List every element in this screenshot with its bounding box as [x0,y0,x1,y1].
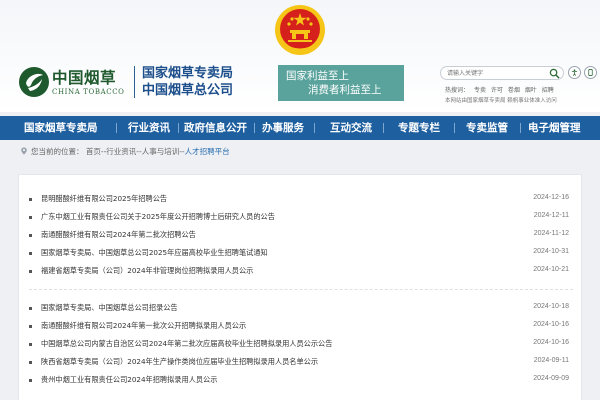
logo-divider [134,66,135,98]
list-item-date: 2024-10-16 [533,321,569,328]
list-item-date: 2024-12-11 [533,212,569,219]
location-pin-icon [21,147,27,155]
hot-word[interactable]: 专卖 [474,87,486,94]
china-tobacco-leaf-icon [19,67,49,97]
agency-name-line1: 国家烟草专卖局 [142,66,234,81]
list-item[interactable]: 昆明醋酸纤维有限公司2025年招聘公告 2024-12-16 [19,193,583,207]
nav-separator [383,123,384,133]
bullet-icon [29,307,32,310]
bullet-icon [29,252,32,255]
mobile-button[interactable] [584,66,597,79]
china-tobacco-logo[interactable]: 中国烟草 CHINA TOBACCO [18,66,130,100]
bullet-icon [29,270,32,273]
bullet-icon [29,343,32,346]
bullet-icon [29,325,32,328]
search-input[interactable] [447,68,543,79]
list-item[interactable]: 福建省烟草专卖局（公司）2024年非管理岗位招聘拟录用人员公示 2024-10-… [19,265,583,279]
slogan-banner: 国家利益至上 消费者利益至上 [278,65,404,101]
bullet-icon [29,379,32,382]
list-group-divider [29,289,573,290]
nav-item-interaction[interactable]: 互动交流 [330,116,372,140]
breadcrumb-label: 您当前的位置： [31,147,84,156]
list-item-title[interactable]: 国家烟草专卖局、中国烟草总公司招录公告 [41,303,178,313]
nav-separator [116,123,117,133]
list-item[interactable]: 贵州中烟工业有限责任公司2024年招聘拟录用人员公示 2024-09-09 [19,374,583,388]
list-item-date: 2024-10-21 [533,266,569,273]
hot-word[interactable]: 招聘 [542,87,554,94]
nav-item-monopoly-supervision[interactable]: 专卖监管 [466,116,508,140]
nav-item-gov-info[interactable]: 政府信息公开 [184,116,247,140]
main-nav: 国家烟草专卖局 行业资讯 政府信息公开 办事服务 互动交流 专题专栏 专卖监管 … [0,116,600,140]
list-item-title[interactable]: 广东中烟工业有限责任公司关于2025年度公开招聘博士后研究人员的公告 [41,212,275,222]
nav-separator [520,123,521,133]
list-item[interactable]: 国家烟草专卖局、中国烟草总公司2025年应届高校毕业生招聘笔试通知 2024-1… [19,247,583,261]
national-emblem-icon [275,5,325,55]
hot-word[interactable]: 卷烟 [508,87,520,94]
bullet-icon [29,234,32,237]
list-item-title[interactable]: 昆明醋酸纤维有限公司2025年招聘公告 [41,194,167,204]
list-item-date: 2024-12-16 [533,194,569,201]
site-notice: 本网站由国家烟草专卖局 赖帆事业体准入访问 [445,98,557,104]
list-item-title[interactable]: 中国烟草总公司内蒙古自治区公司2024年第二批次应届高校毕业生招聘拟录用人员公示… [41,339,332,349]
nav-item-special-topics[interactable]: 专题专栏 [398,116,440,140]
mobile-icon [588,69,593,76]
accessibility-icon [571,69,578,76]
agency-name-line2: 中国烟草总公司 [142,83,234,98]
nav-item-home[interactable]: 国家烟草专卖局 [24,116,98,140]
list-item-title[interactable]: 南通醋酸纤维有限公司2024年第二批次招聘公告 [41,230,196,240]
logo-english-text: CHINA TOBACCO [52,88,125,96]
accessibility-button[interactable] [568,66,581,79]
list-item-title[interactable]: 国家烟草专卖局、中国烟草总公司2025年应届高校毕业生招聘笔试通知 [41,248,268,258]
list-item-date: 2024-09-09 [533,375,569,382]
list-item-title[interactable]: 陕西省烟草专卖局（公司）2024年生产操作类岗位应届毕业生招聘拟录用人员名单公示 [41,357,318,367]
search-icon[interactable] [549,68,560,79]
list-item-title[interactable]: 贵州中烟工业有限责任公司2024年招聘拟录用人员公示 [41,375,217,385]
list-item-date: 2024-09-11 [533,357,569,364]
slogan-line1: 国家利益至上 [286,70,349,82]
bullet-icon [29,361,32,364]
search-box [440,66,564,80]
list-item[interactable]: 南通醋酸纤维有限公司2024年第一批次公开招聘拟录用人员公示 2024-10-1… [19,320,583,334]
list-item-title[interactable]: 福建省烟草专卖局（公司）2024年非管理岗位招聘拟录用人员公示 [41,266,253,276]
nav-item-e-cigarette[interactable]: 电子烟管理 [528,116,581,140]
list-item-date: 2024-11-12 [533,230,569,237]
nav-item-services[interactable]: 办事服务 [262,116,304,140]
list-item-date: 2024-10-31 [533,248,569,255]
hot-word[interactable]: 烟叶 [525,87,537,94]
list-item[interactable]: 中国烟草总公司内蒙古自治区公司2024年第二批次应届高校毕业生招聘拟录用人员公示… [19,338,583,352]
list-item-title[interactable]: 南通醋酸纤维有限公司2024年第一批次公开招聘拟录用人员公示 [41,321,246,331]
logo-chinese-text: 中国烟草 [52,68,117,87]
agency-name: 国家烟草专卖局 中国烟草总公司 [142,65,233,99]
article-list-card: 昆明醋酸纤维有限公司2025年招聘公告 2024-12-16 广东中烟工业有限责… [18,174,582,400]
list-item[interactable]: 广东中烟工业有限责任公司关于2025年度公开招聘博士后研究人员的公告 2024-… [19,211,583,225]
hot-search-label: 热搜词： [445,87,470,94]
list-item-date: 2024-10-18 [533,303,569,310]
breadcrumb: 您当前的位置： 首页--行业资讯--人事与培训--人才招聘平台 [20,146,230,157]
breadcrumb-current[interactable]: 人才招聘平台 [185,147,230,156]
breadcrumb-path[interactable]: 首页--行业资讯--人事与培训-- [86,147,185,156]
list-item[interactable]: 陕西省烟草专卖局（公司）2024年生产操作类岗位应届毕业生招聘拟录用人员名单公示… [19,356,583,370]
list-item[interactable]: 国家烟草专卖局、中国烟草总公司招录公告 2024-10-18 [19,302,583,316]
list-item-date: 2024-10-16 [533,339,569,346]
bullet-icon [29,198,32,201]
nav-item-industry-news[interactable]: 行业资讯 [128,116,170,140]
nav-separator [314,123,315,133]
hot-word[interactable]: 许可 [491,87,503,94]
nav-separator [254,123,255,133]
hot-search-words: 热搜词： 专卖 许可 卷烟 烟叶 招聘 [445,85,557,94]
nav-separator [178,123,179,133]
bullet-icon [29,216,32,219]
nav-separator [454,123,455,133]
slogan-line2: 消费者利益至上 [308,84,382,96]
list-item[interactable]: 南通醋酸纤维有限公司2024年第二批次招聘公告 2024-11-12 [19,229,583,243]
